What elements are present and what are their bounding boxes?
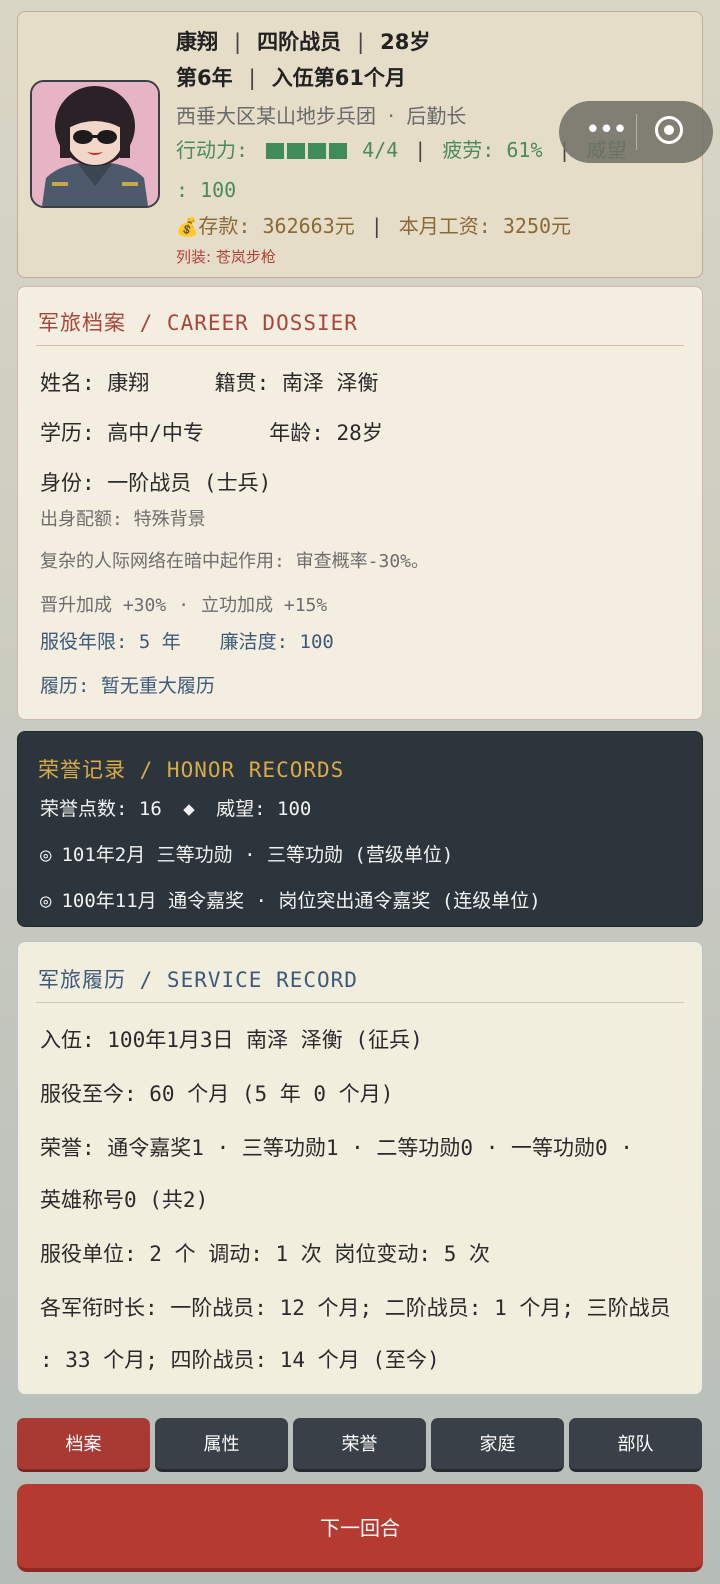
action-value: 4/4 <box>362 138 399 162</box>
prestige-value: : 100 <box>176 178 237 202</box>
action-label: 行动力: <box>176 138 249 162</box>
next-turn-button[interactable]: 下一回合 <box>17 1484 703 1572</box>
dossier-title: 军旅档案 / CAREER DOSSIER <box>38 311 358 335</box>
player-rank: 四阶战员 <box>257 30 342 54</box>
honor-title: 荣誉记录 / HONOR RECORDS <box>38 758 345 782</box>
tab-unit[interactable]: 部队 <box>569 1418 702 1472</box>
service-month: 入伍第61个月 <box>271 66 406 90</box>
merit-bonus: 立功加成 +15% <box>201 595 328 616</box>
action-bar <box>266 138 350 162</box>
savings: 存款: 362663元 <box>198 214 355 238</box>
dossier-bonus-row: 晋升加成 +30% · 立功加成 +15% <box>40 595 328 616</box>
service-years: 服役年限: 5 年 <box>40 631 181 653</box>
dossier-background-note: 复杂的人际网络在暗中起作用: 审查概率-30%。 <box>40 551 430 572</box>
tab-honor[interactable]: 荣誉 <box>293 1418 426 1472</box>
diamond-icon: ◆ <box>183 798 195 820</box>
integrity: 廉洁度: 100 <box>219 631 334 653</box>
target-icon: ◎ <box>40 844 52 866</box>
identity-line: 康翔 | 四阶战员 | 28岁 <box>176 30 431 54</box>
honor-records-card: 荣誉记录 / HONOR RECORDS 荣誉点数: 16 ◆ 威望: 100 … <box>17 731 703 927</box>
profile-header: 康翔 | 四阶战员 | 28岁 第6年 | 入伍第61个月 西垂大区某山地步兵团 · 后勤长 行… <box>17 11 713 278</box>
player-name: 康翔 <box>176 30 218 54</box>
mini-program-capsule: ••• <box>559 101 713 163</box>
tab-attributes[interactable]: 属性 <box>155 1418 288 1472</box>
salary: 本月工资: 3250元 <box>398 214 572 238</box>
unit-line: 西垂大区某山地步兵团 · 后勤长 <box>176 104 467 128</box>
dossier-resume: 履历: 暂无重大履历 <box>40 675 215 697</box>
service-rank-time-line1: 各军衔时长: 一阶战员: 12 个月; 二阶战员: 1 个月; 三阶战员 <box>40 1296 671 1320</box>
service-enlist: 入伍: 100年1月3日 南泽 泽衡 (征兵) <box>40 1028 423 1052</box>
honor-prestige: 威望: 100 <box>216 798 312 820</box>
dossier-age: 年龄: 28岁 <box>269 421 383 445</box>
service-honors-line1: 荣誉: 通令嘉奖1 · 三等功勋1 · 二等功勋0 · 一等功勋0 · <box>40 1136 633 1160</box>
service-honors-line2: 英雄称号0 (共2) <box>40 1188 209 1212</box>
soldier-avatar-icon <box>32 82 158 206</box>
money-bag-icon: 💰 <box>176 217 199 238</box>
fatigue-status: 疲劳: 61% <box>442 138 543 162</box>
dossier-identity: 身份: 一阶战员 (士兵) <box>40 471 272 495</box>
career-dossier-card: 军旅档案 / CAREER DOSSIER 姓名: 康翔 籍贯: 南泽 泽衡 学… <box>17 286 703 720</box>
honor-record-item: ◎ 101年2月 三等功勋 · 三等功勋 (营级单位) <box>40 840 453 867</box>
dossier-origin: 籍贯: 南泽 泽衡 <box>214 371 379 395</box>
avatar[interactable] <box>30 80 160 208</box>
service-rank-time-line2: : 33 个月; 四阶战员: 14 个月 (至今) <box>40 1348 440 1372</box>
dossier-edu-row: 学历: 高中/中专 年龄: 28岁 <box>40 417 383 447</box>
service-duration: 服役至今: 60 个月 (5 年 0 个月) <box>40 1082 394 1106</box>
tab-dossier[interactable]: 档案 <box>17 1418 150 1472</box>
honor-record-text: 101年2月 三等功勋 · 三等功勋 (营级单位) <box>61 844 454 866</box>
service-title: 军旅履历 / SERVICE RECORD <box>38 968 358 992</box>
honor-record-item: ◎ 100年11月 通令嘉奖 · 岗位突出通令嘉奖 (连级单位) <box>40 886 541 913</box>
player-age: 28岁 <box>380 30 431 54</box>
finance-line: 💰存款: 362663元 | 本月工资: 3250元 <box>176 214 572 238</box>
target-icon: ◎ <box>40 890 52 912</box>
weapon-line: 列装: 苍岚步枪 <box>176 248 276 266</box>
dossier-name: 姓名: 康翔 <box>40 371 150 395</box>
close-target-icon[interactable] <box>655 116 683 144</box>
service-units: 服役单位: 2 个 调动: 1 次 岗位变动: 5 次 <box>40 1242 491 1266</box>
unit-position: 后勤长 <box>406 104 467 128</box>
honor-record-text: 100年11月 通令嘉奖 · 岗位突出通令嘉奖 (连级单位) <box>61 890 541 912</box>
honor-summary: 荣誉点数: 16 ◆ 威望: 100 <box>40 794 311 821</box>
dossier-service-row: 服役年限: 5 年 廉洁度: 100 <box>40 627 334 654</box>
dossier-background: 出身配额: 特殊背景 <box>40 509 206 530</box>
honor-points: 荣誉点数: 16 <box>40 798 162 820</box>
dossier-education: 学历: 高中/中专 <box>40 421 204 445</box>
service-record-card: 军旅履历 / SERVICE RECORD 入伍: 100年1月3日 南泽 泽衡… <box>17 941 703 1395</box>
game-year: 第6年 <box>176 66 233 90</box>
unit-name: 西垂大区某山地步兵团 <box>176 104 376 128</box>
time-line: 第6年 | 入伍第61个月 <box>176 66 406 90</box>
more-icon[interactable]: ••• <box>585 117 628 143</box>
dossier-name-row: 姓名: 康翔 籍贯: 南泽 泽衡 <box>40 367 379 397</box>
promotion-bonus: 晋升加成 +30% <box>40 595 167 616</box>
tab-family[interactable]: 家庭 <box>431 1418 564 1472</box>
